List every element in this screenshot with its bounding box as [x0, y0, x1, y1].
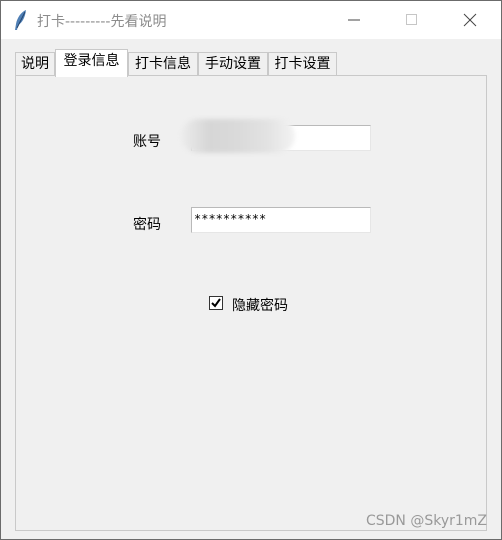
tab-checkin-info[interactable]: 打卡信息 [128, 52, 198, 75]
hide-password-label[interactable]: 隐藏密码 [232, 295, 288, 315]
close-button[interactable] [447, 1, 493, 39]
tab-checkin-settings[interactable]: 打卡设置 [268, 52, 337, 75]
tab-login-info[interactable]: 登录信息 [55, 49, 128, 77]
account-label: 账号 [133, 134, 161, 150]
minimize-button[interactable] [331, 1, 377, 39]
password-label: 密码 [133, 217, 161, 233]
tab-manual-settings[interactable]: 手动设置 [198, 52, 268, 75]
title-bar: 打卡---------先看说明 [1, 1, 501, 39]
redacted-account-blur [181, 119, 295, 153]
password-input[interactable]: ********** [191, 207, 371, 233]
hide-password-checkbox[interactable] [209, 296, 223, 310]
watermark-text: CSDN @Skyr1mZ [365, 513, 487, 529]
checkmark-icon [211, 298, 221, 308]
tab-instructions[interactable]: 说明 [15, 52, 55, 75]
feather-icon [13, 9, 29, 31]
maximize-button[interactable] [389, 1, 435, 39]
window-title: 打卡---------先看说明 [37, 14, 167, 30]
app-window: 打卡---------先看说明 说明 登录信息 打卡信息 手动设置 打卡设置 账… [0, 0, 502, 540]
